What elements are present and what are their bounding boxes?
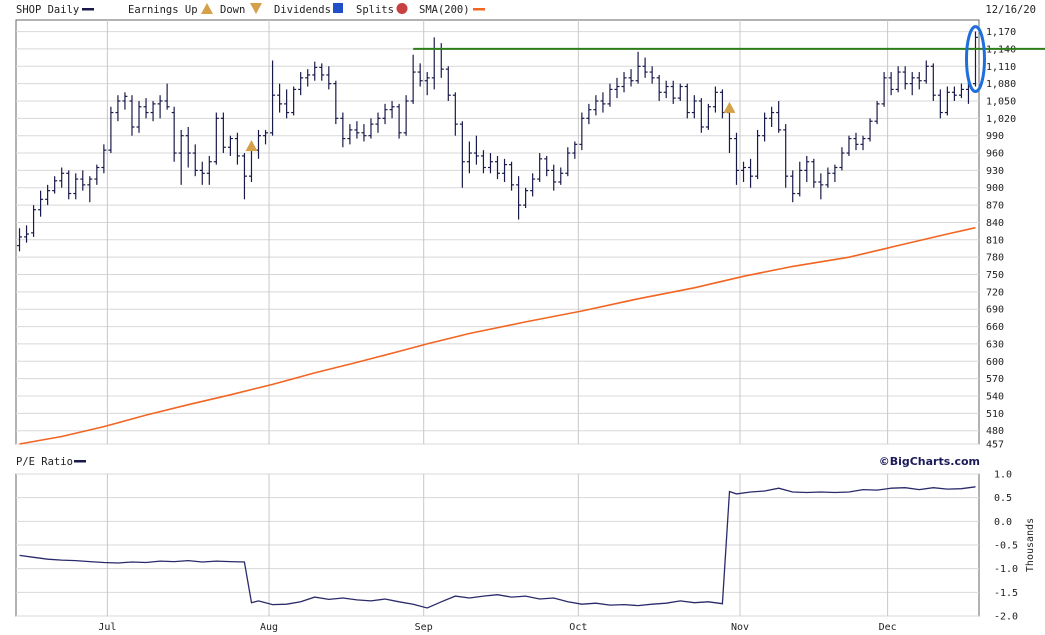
x-month-label: Sep	[415, 622, 433, 633]
price-y-tick: 1,080	[986, 79, 1016, 90]
legend-date: 12/16/20	[985, 4, 1036, 16]
x-month-label: Dec	[879, 622, 897, 633]
legend-sma-swatch	[473, 8, 485, 11]
legend-sma: SMA(200)	[419, 4, 470, 16]
price-y-tick: 457	[986, 440, 1004, 451]
price-y-tick: 750	[986, 270, 1004, 281]
legend-symbol: SHOP Daily	[16, 4, 79, 16]
legend-down: Down	[220, 4, 245, 16]
price-y-tick: 1,170	[986, 27, 1016, 38]
earnings-down-icon	[250, 3, 262, 14]
price-y-tick: 1,020	[986, 114, 1016, 125]
pe-y-tick: 0.0	[994, 517, 1012, 528]
pe-y-tick: -1.5	[994, 588, 1018, 599]
price-y-tick: 660	[986, 322, 1004, 333]
price-y-tick: 1,050	[986, 96, 1016, 107]
price-y-axis: 457 480 510 540 570 600 630 660 690 720 750 780 810 8…	[986, 27, 1016, 450]
pe-y-tick: -1.0	[994, 564, 1018, 575]
x-month-label: Oct	[569, 622, 587, 633]
price-y-tick: 540	[986, 391, 1004, 402]
price-y-tick: 480	[986, 426, 1004, 437]
price-y-tick: 990	[986, 131, 1004, 142]
price-y-tick: 900	[986, 183, 1004, 194]
brand-label: ©BigCharts.com	[879, 455, 980, 468]
pe-legend-swatch	[74, 460, 86, 463]
chart-svg: SHOP Daily Earnings Up Down Dividends Sp…	[15, 3, 1045, 633]
splits-icon	[396, 3, 408, 14]
legend: SHOP Daily Earnings Up Down Dividends Sp…	[16, 3, 1036, 16]
pe-title: P/E Ratio	[16, 456, 73, 468]
price-y-tick: 600	[986, 357, 1004, 368]
pe-y-tick: 1.0	[994, 470, 1012, 481]
legend-bars-swatch	[82, 8, 94, 11]
pe-y-axis: -2.0 -1.5 -1.0 -0.5 0.0 0.5 1.0	[994, 470, 1018, 623]
price-y-tick: 690	[986, 305, 1004, 316]
price-y-tick: 930	[986, 166, 1004, 177]
pe-y-tick: 0.5	[994, 493, 1012, 504]
x-axis: Jul Aug Sep Oct Nov Dec	[98, 622, 896, 633]
pe-y-tick: -0.5	[994, 541, 1018, 552]
price-y-tick: 510	[986, 409, 1004, 420]
x-month-label: Aug	[260, 622, 278, 633]
legend-dividends: Dividends	[274, 4, 331, 16]
price-y-tick: 720	[986, 287, 1004, 298]
price-panel: 457 480 510 540 570 600 630 660 690 720 750 780 810 8…	[15, 19, 1045, 451]
x-month-label: Nov	[731, 622, 749, 633]
pe-y-tick: -2.0	[994, 612, 1018, 623]
price-y-tick: 870	[986, 201, 1004, 212]
price-y-tick: 780	[986, 253, 1004, 264]
price-y-tick: 1,110	[986, 62, 1016, 73]
dividends-icon	[333, 3, 343, 13]
pe-ylabel: Thousands	[1025, 518, 1036, 572]
price-y-tick: 570	[986, 374, 1004, 385]
price-y-tick: 810	[986, 235, 1004, 246]
price-y-tick: 630	[986, 339, 1004, 350]
legend-earnings: Earnings Up	[128, 4, 198, 16]
price-y-tick: 840	[986, 218, 1004, 229]
earnings-up-icon	[201, 3, 213, 14]
x-month-label: Jul	[98, 622, 116, 633]
price-y-tick: 960	[986, 149, 1004, 160]
pe-panel: P/E Ratio ©BigCharts.com -2.0 -1.5 -1.0 -0.…	[15, 455, 1036, 623]
legend-splits: Splits	[356, 4, 394, 16]
